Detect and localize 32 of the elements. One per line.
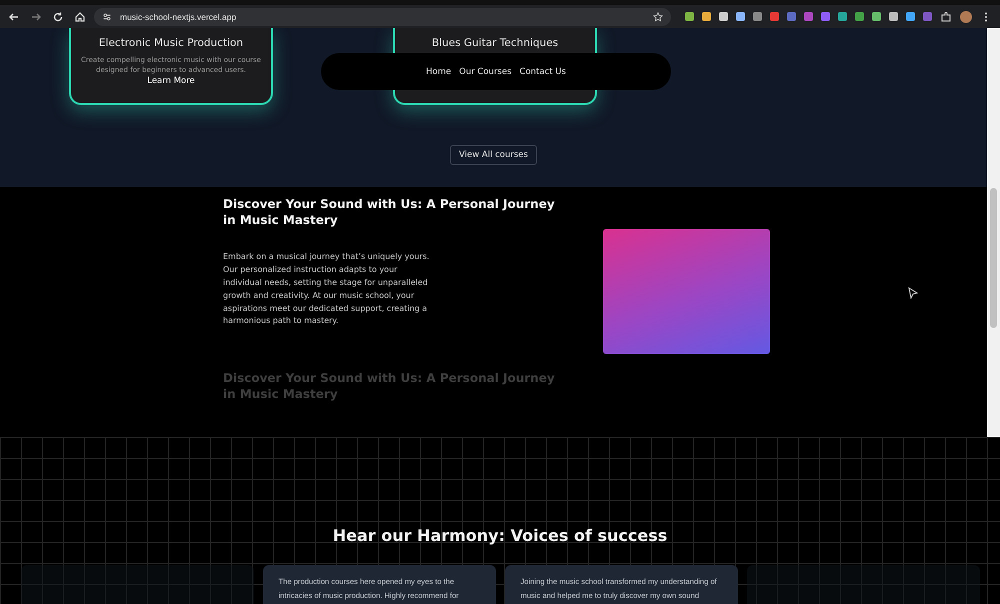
learn-more-link[interactable]: Learn More xyxy=(147,76,195,86)
avatar-icon[interactable] xyxy=(960,10,972,22)
extension-icon[interactable] xyxy=(787,12,796,21)
extension-icon[interactable] xyxy=(855,12,864,21)
extension-icon[interactable] xyxy=(889,12,898,21)
extension-icon[interactable] xyxy=(702,12,711,21)
cursor-icon xyxy=(908,287,918,299)
section-heading: Discover Your Sound with Us: A Personal Journey in Music Mastery xyxy=(223,196,556,228)
extension-icon[interactable] xyxy=(872,12,881,21)
address-bar[interactable]: music-school-nextjs.vercel.app xyxy=(94,8,671,26)
extension-icon[interactable] xyxy=(770,12,779,21)
section-heading: Discover Your Sound with Us: A Personal Journey in Music Mastery xyxy=(223,370,556,403)
course-title: Blues Guitar Techniques xyxy=(432,37,558,49)
extension-icon[interactable] xyxy=(838,12,847,21)
extension-icon[interactable] xyxy=(736,12,745,21)
url-text: music-school-nextjs.vercel.app xyxy=(120,12,238,22)
extension-icon[interactable] xyxy=(923,12,932,21)
extension-icon[interactable] xyxy=(685,12,694,21)
nav-link[interactable]: Contact Us xyxy=(520,66,566,76)
extension-icon[interactable] xyxy=(804,12,813,21)
section-heading: Hear our Harmony: Voices of success xyxy=(332,525,668,547)
extension-icon[interactable] xyxy=(753,12,762,21)
course-title: Electronic Music Production xyxy=(98,37,244,49)
bookmark-star-icon[interactable] xyxy=(651,10,665,24)
extension-icon[interactable] xyxy=(719,12,728,21)
nav-link[interactable]: Home xyxy=(426,66,452,76)
view-all-courses-button[interactable]: View All courses xyxy=(450,145,537,165)
extension-icon[interactable] xyxy=(906,12,915,21)
nav-link[interactable]: Our Courses xyxy=(459,66,512,76)
scrollbar[interactable] xyxy=(987,28,1000,437)
body-paragraph: Embark on a musical journey that’s uniquely yours. Our personalized instruction adapts to your individual needs, setting the stage for unparalleled growth and creativity. At our music school, your aspirations meet our dedicated support, creating a harmonious path to mastery. xyxy=(223,251,430,328)
extension-icon[interactable] xyxy=(821,12,830,21)
